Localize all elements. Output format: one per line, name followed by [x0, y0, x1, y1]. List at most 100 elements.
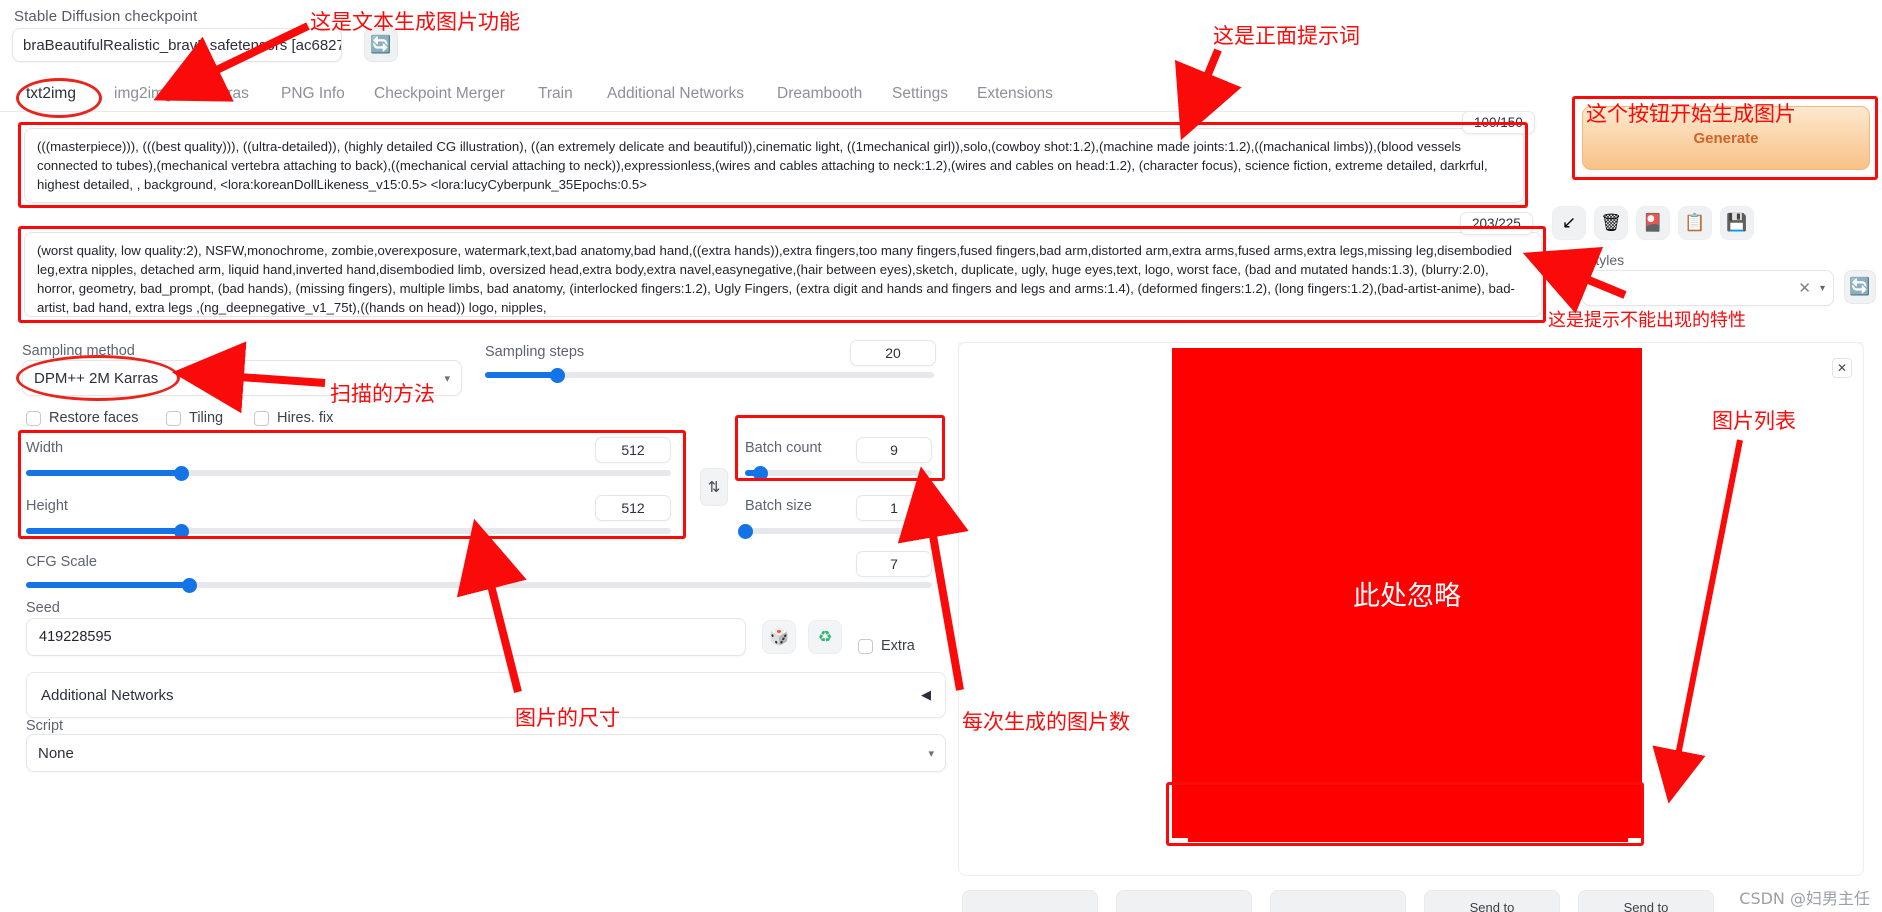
cfg-scale-value[interactable]: 7 — [856, 551, 932, 577]
chevron-down-icon: ▾ — [1819, 282, 1825, 294]
sampling-steps-slider[interactable] — [485, 367, 934, 383]
tab-extras[interactable]: Extras — [203, 82, 251, 106]
chevron-down-icon: ▾ — [444, 372, 450, 385]
watermark: CSDN @妇男主任 — [1739, 889, 1870, 908]
image-card-icon: 🎴 — [1642, 213, 1664, 232]
image-thumbnail-strip[interactable] — [1188, 796, 1628, 842]
batch-count-slider[interactable] — [745, 465, 932, 481]
tab-settings[interactable]: Settings — [890, 82, 950, 106]
annotation-text-batch-count: 每次生成的图片数 — [962, 710, 1130, 734]
negative-prompt-textarea[interactable]: (worst quality, low quality:2), NSFW,mon… — [24, 232, 1542, 317]
slider-knob[interactable] — [173, 465, 189, 481]
height-slider[interactable] — [26, 523, 671, 539]
main-tabbar: txt2img img2img Extras PNG Info Checkpoi… — [0, 82, 1520, 112]
save-icon: 💾 — [1726, 213, 1748, 232]
bottom-button-3[interactable] — [1270, 890, 1406, 912]
tab-png-info[interactable]: PNG Info — [279, 82, 347, 106]
clipboard-icon: 📋 — [1684, 213, 1706, 232]
script-value: None — [38, 744, 74, 762]
clear-prompt-button[interactable]: 🗑 — [1594, 206, 1628, 240]
checkbox-box[interactable] — [26, 410, 41, 426]
bottom-button-2[interactable] — [1116, 890, 1252, 912]
show-extra-networks-button[interactable]: 🎴 — [1636, 206, 1670, 240]
sampling-method-label: Sampling method — [22, 343, 135, 359]
generated-image[interactable]: 此处忽略 — [1172, 348, 1642, 838]
batch-size-value[interactable]: 1 — [856, 495, 932, 521]
annotation-text-negative-prompt: 这是提示不能出现的特性 — [1548, 310, 1746, 331]
annotation-box-dimensions — [18, 430, 686, 539]
swap-icon: ⇅ — [707, 479, 721, 496]
restore-progress-button[interactable]: ↙ — [1552, 206, 1586, 240]
reuse-seed-button[interactable]: ♻ — [808, 620, 842, 654]
checkbox-box[interactable] — [254, 410, 269, 426]
checkpoint-value: braBeautifulRealistic_brav5.safetensors … — [23, 36, 342, 54]
additional-networks-label: Additional Networks — [41, 686, 174, 704]
hires-fix-label: Hires. fix — [277, 410, 334, 426]
generated-image-text: 此处忽略 — [1353, 580, 1461, 612]
batch-size-label: Batch size — [745, 498, 812, 514]
hires-fix-checkbox[interactable]: Hires. fix — [254, 410, 333, 426]
tab-checkpoint-merger[interactable]: Checkpoint Merger — [372, 82, 507, 106]
batch-count-value[interactable]: 9 — [856, 437, 932, 463]
apply-style-button[interactable]: 📋 — [1678, 206, 1712, 240]
chevron-down-icon: ▾ — [928, 747, 934, 760]
seed-input[interactable]: 419228595 — [26, 618, 746, 656]
recycle-icon: ♻ — [817, 629, 833, 646]
annotation-text-dimensions: 图片的尺寸 — [515, 706, 620, 730]
bottom-button-1[interactable] — [962, 890, 1098, 912]
batch-count-label: Batch count — [745, 440, 822, 456]
tiling-checkbox[interactable]: Tiling — [166, 410, 223, 426]
styles-select[interactable]: ✕ ▾ — [1582, 270, 1834, 306]
checkpoint-label: Stable Diffusion checkpoint — [14, 8, 198, 25]
script-select[interactable]: None ▾ — [26, 734, 946, 772]
tiling-label: Tiling — [189, 410, 224, 426]
checkpoint-dropdown[interactable]: braBeautifulRealistic_brav5.safetensors … — [12, 28, 342, 62]
slider-knob[interactable] — [182, 577, 198, 593]
clear-x-icon[interactable]: ✕ — [1798, 279, 1811, 297]
sampling-steps-value[interactable]: 20 — [850, 340, 936, 366]
width-label: Width — [26, 440, 64, 456]
tab-additional-networks[interactable]: Additional Networks — [605, 82, 746, 106]
tab-dreambooth[interactable]: Dreambooth — [775, 82, 864, 106]
negative-token-counter: 203/225 — [1460, 212, 1533, 235]
triangle-left-icon[interactable]: ◀ — [921, 687, 931, 703]
restore-faces-checkbox[interactable]: Restore faces — [26, 410, 138, 426]
checkbox-box[interactable] — [858, 638, 873, 654]
positive-prompt-textarea[interactable]: (((masterpiece))), (((best quality))), (… — [24, 128, 1524, 203]
sampling-steps-label: Sampling steps — [485, 344, 585, 360]
annotation-text-image-list: 图片列表 — [1712, 409, 1796, 433]
seed-label: Seed — [26, 600, 60, 616]
slider-knob[interactable] — [173, 523, 189, 539]
cfg-scale-slider[interactable] — [26, 577, 932, 593]
width-value[interactable]: 512 — [595, 437, 671, 463]
tab-train[interactable]: Train — [536, 82, 575, 106]
random-seed-button[interactable]: 🎲 — [762, 620, 796, 654]
tab-extensions[interactable]: Extensions — [975, 82, 1055, 106]
send-to-button-2[interactable]: Send to — [1578, 890, 1714, 912]
styles-label: Styles — [1586, 252, 1625, 268]
slider-knob[interactable] — [738, 523, 753, 539]
sampling-method-value: DPM++ 2M Karras — [34, 369, 159, 387]
additional-networks-accordion[interactable]: Additional Networks ◀ — [26, 672, 946, 718]
extra-label: Extra — [881, 638, 915, 654]
styles-refresh-button[interactable]: 🔄 — [1844, 270, 1876, 304]
script-label: Script — [26, 718, 64, 734]
annotation-text-sampling-method: 扫描的方法 — [330, 382, 435, 406]
cfg-scale-label: CFG Scale — [26, 554, 97, 570]
tab-img2img[interactable]: img2img — [112, 82, 175, 106]
refresh-icon: 🔄 — [1849, 277, 1871, 296]
slider-knob[interactable] — [752, 465, 768, 481]
height-value[interactable]: 512 — [595, 495, 671, 521]
tab-txt2img[interactable]: txt2img — [24, 82, 78, 106]
batch-size-slider[interactable] — [738, 523, 932, 539]
width-slider[interactable] — [26, 465, 671, 481]
save-style-button[interactable]: 💾 — [1720, 206, 1754, 240]
checkbox-box[interactable] — [166, 410, 181, 426]
swap-dimensions-button[interactable]: ⇅ — [700, 468, 728, 506]
restore-faces-label: Restore faces — [49, 410, 139, 426]
close-image-button[interactable]: ✕ — [1832, 358, 1852, 378]
slider-knob[interactable] — [549, 367, 565, 383]
extra-seed-checkbox[interactable]: Extra — [858, 638, 915, 654]
send-to-button-1[interactable]: Send to — [1424, 890, 1560, 912]
annotation-text-positive-prompt: 这是正面提示词 — [1213, 24, 1360, 48]
